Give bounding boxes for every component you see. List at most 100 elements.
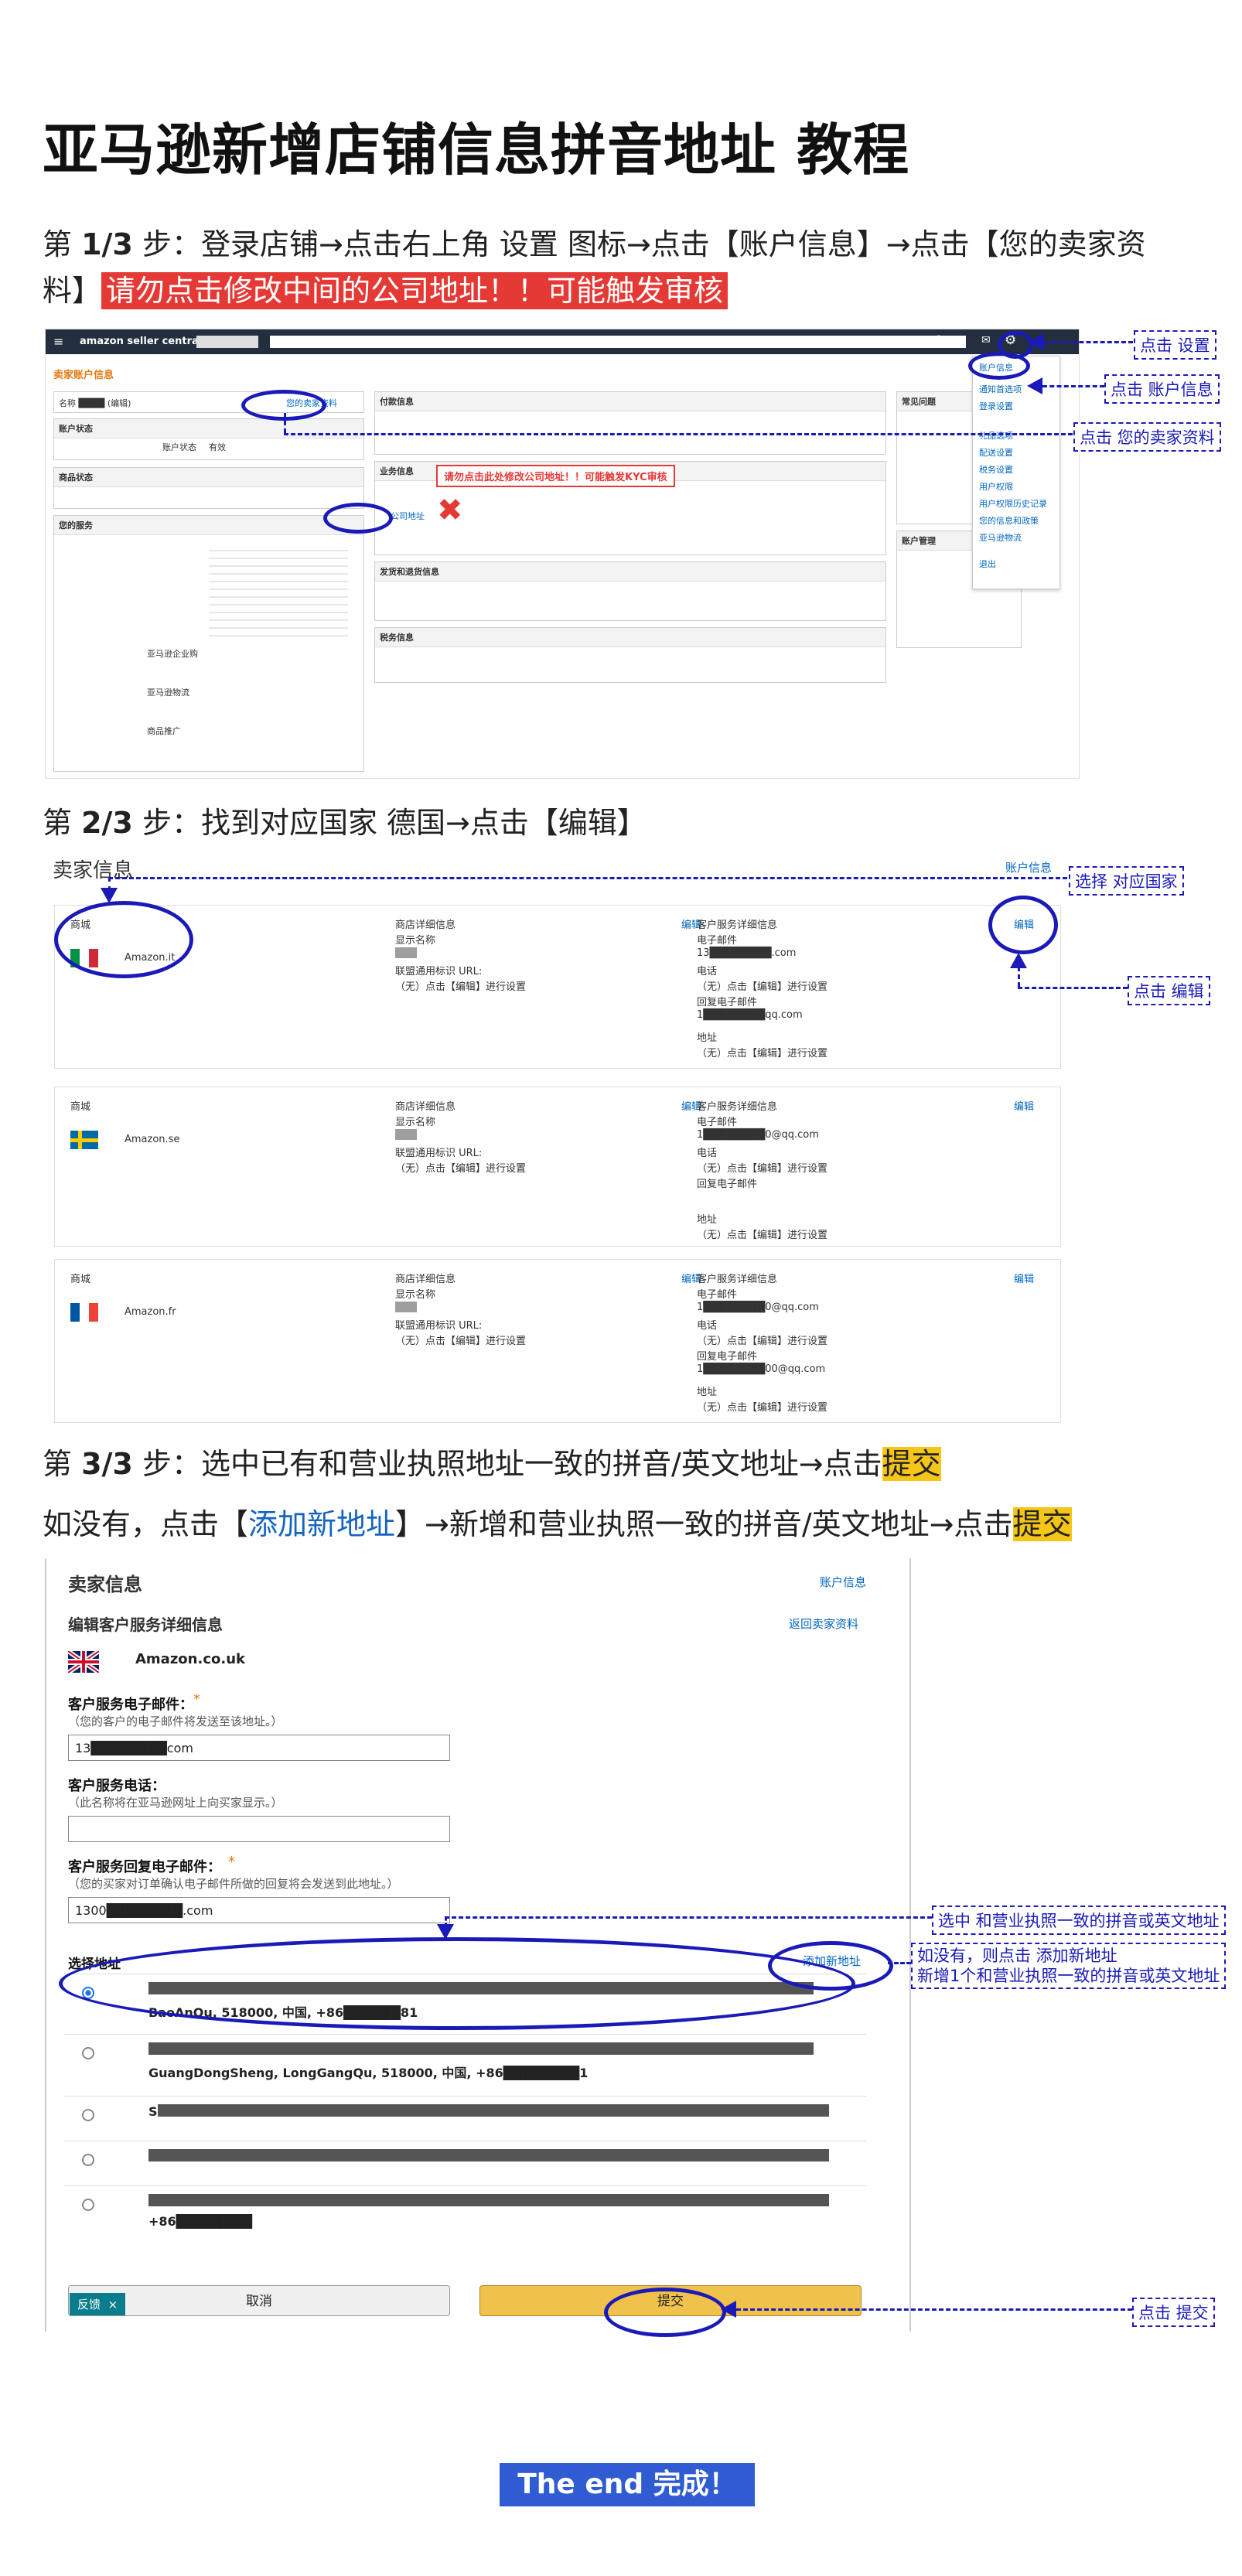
affiliate-url-value: （无）点击【编辑】进行设置 (395, 1163, 527, 1175)
search-input[interactable] (270, 336, 966, 348)
menu-item-permission-history[interactable]: 用户权限历史记录 (979, 497, 1047, 510)
store-name-uk: Amazon.co.uk (135, 1651, 245, 1667)
affiliate-url-label: 联盟通用标识 URL: (395, 1148, 483, 1159)
phone-field[interactable] (68, 1816, 450, 1842)
phone-hint: （此名称将在亚马逊网址上向买家显示。） (68, 1796, 283, 1810)
tax-info-panel: 税务信息 (374, 627, 886, 683)
step3-number: 3/3 (81, 1447, 133, 1481)
step3-line2-link: 添加新地址 (248, 1507, 396, 1541)
display-name-label: 显示名称 (395, 1289, 436, 1301)
address-text: S (148, 2104, 158, 2119)
menu-icon[interactable]: ≡ (53, 334, 63, 349)
account-info-link-3[interactable]: 账户信息 (820, 1574, 866, 1590)
submit-highlight-ring (604, 2288, 726, 2337)
feedback-close-icon[interactable]: × (108, 2298, 118, 2312)
callout-select-address: 选中 和营业执照一致的拼音或英文地址 (932, 1906, 1226, 1935)
line-to-account-info (1042, 385, 1104, 387)
store-detail-heading: 商店详细信息 (395, 920, 456, 931)
callout-click-account-info: 点击 账户信息 (1104, 374, 1220, 404)
address-radio[interactable] (82, 2047, 94, 2059)
arrow-to-country (101, 888, 118, 903)
callout-add-address-line1: 如没有，则点击 添加新地址 (917, 1947, 1117, 1965)
back-to-profile-link[interactable]: 返回卖家资料 (789, 1616, 858, 1632)
shipping-returns-panel: 发货和退货信息 (374, 561, 886, 621)
menu-item-info-policies[interactable]: 您的信息和政策 (979, 514, 1039, 527)
account-status-title: 账户状态 (54, 419, 363, 438)
seller-central-logo: amazon seller central (80, 336, 203, 347)
promo-label: 商品推广 (147, 726, 181, 736)
france-flag-icon (70, 1303, 98, 1322)
menu-item-login-settings[interactable]: 登录设置 (979, 400, 1013, 412)
email-hint: （您的客户的电子邮件将发送至该地址。） (68, 1714, 283, 1728)
menu-item-fba[interactable]: 亚马逊物流 (979, 531, 1022, 544)
address-value: （无）点击【编辑】进行设置 (697, 1402, 828, 1414)
store-detail-heading: 商店详细信息 (395, 1274, 456, 1285)
services-text-block (209, 544, 348, 636)
company-address-link[interactable]: 公司地址 (391, 510, 425, 522)
step3-line2-b: 】→新增和营业执照一致的拼音/英文地址→点击 (395, 1507, 1013, 1541)
line-to-submit (736, 2308, 1132, 2311)
line-up-edit (1018, 967, 1020, 987)
reply-email-label: 回复电子邮件 (697, 1351, 758, 1363)
address-radio[interactable] (82, 2109, 94, 2121)
line-to-seller-profile (284, 433, 1073, 435)
redacted-display-name (395, 1302, 417, 1312)
address-text: GuangDongSheng, LongGangQu, 518000, 中国, … (148, 2063, 589, 2081)
phone-value: （无）点击【编辑】进行设置 (697, 1163, 828, 1175)
email-field[interactable]: 13████████com (68, 1735, 450, 1761)
address-radio[interactable] (82, 2154, 94, 2166)
redacted-address-line (148, 2042, 814, 2055)
address-value: （无）点击【编辑】进行设置 (697, 1230, 828, 1241)
reply-email-value: 1████████00@qq.com (697, 1363, 826, 1375)
store-switcher[interactable] (196, 336, 258, 348)
affiliate-url-value: （无）点击【编辑】进行设置 (395, 1336, 527, 1347)
arrow-to-edit (1010, 953, 1027, 968)
step2-text: 步：找到对应国家 德国→点击【编辑】 (142, 806, 647, 840)
step1-warning: 请勿点击修改中间的公司地址！！可能触发审核 (101, 272, 728, 309)
search-icon[interactable]: ⚲ (935, 334, 943, 346)
address-option[interactable]: +86████████ (63, 2185, 866, 2245)
store-detail-heading: 商店详细信息 (395, 1101, 456, 1113)
redacted-address-line (148, 2194, 829, 2206)
feedback-button[interactable]: 反馈 × (70, 2293, 126, 2315)
account-info-link[interactable]: 账户信息 (1005, 859, 1052, 875)
email-label: 电子邮件 (697, 1117, 738, 1128)
address-option[interactable]: GuangDongSheng, LongGangQu, 518000, 中国, … (63, 2034, 866, 2097)
tax-info-title: 税务信息 (375, 628, 885, 647)
your-services-title: 您的服务 (54, 516, 363, 535)
line-to-country (108, 877, 1067, 879)
menu-item-gift-options[interactable]: 礼品选项 (979, 429, 1013, 442)
menu-item-tax-settings[interactable]: 税务设置 (979, 463, 1013, 476)
step3-text: 步：选中已有和营业执照地址一致的拼音/英文地址→点击 (142, 1447, 882, 1481)
menu-item-shipping-settings[interactable]: 配送设置 (979, 446, 1013, 459)
address-option[interactable]: S (63, 2096, 866, 2141)
address-option[interactable] (63, 2141, 866, 2186)
edit-service-subheading: 编辑客户服务详细信息 (68, 1616, 223, 1634)
service-detail-edit-link[interactable]: 编辑 (1014, 1271, 1034, 1285)
callout-click-edit: 点击 编辑 (1128, 976, 1210, 1005)
callout-click-seller-profile: 点击 您的卖家资料 (1073, 422, 1221, 452)
redacted-address-line (148, 2149, 829, 2161)
mail-icon[interactable]: ✉ (981, 334, 991, 346)
step1-text2: 料】 (43, 274, 102, 308)
step3-line2-a: 如没有，点击【 (43, 1507, 249, 1541)
sweden-flag-icon (70, 1131, 98, 1149)
reply-email-field[interactable]: 1300████████.com (68, 1897, 450, 1923)
payment-info-title: 付款信息 (375, 392, 885, 411)
address-value: （无）点击【编辑】进行设置 (697, 1048, 828, 1059)
service-detail-edit-link[interactable]: 编辑 (1014, 1098, 1034, 1113)
line-to-add-address (888, 1962, 911, 1964)
menu-item-notifications[interactable]: 通知首选项 (979, 383, 1022, 395)
email-label: 客户服务电子邮件： (68, 1697, 193, 1713)
callout-click-submit: 点击 提交 (1132, 2298, 1215, 2327)
phone-label: 电话 (697, 966, 718, 978)
company-address-highlight-ring (323, 503, 393, 534)
seller-card-fr: 商城 Amazon.fr 商店详细信息 编辑 显示名称 联盟通用标识 URL: （无）点击【… (54, 1259, 1061, 1423)
phone-value: （无）点击【编辑】进行设置 (697, 1336, 828, 1347)
account-status-value: 有效 (209, 442, 226, 452)
menu-item-logout[interactable]: 退出 (979, 558, 996, 570)
address-radio[interactable] (82, 2199, 94, 2211)
seller-account-heading: 卖家账户信息 (53, 370, 114, 381)
menu-item-user-permissions[interactable]: 用户权限 (979, 480, 1013, 493)
step3-instruction: 第 3/3 步：选中已有和营业执照地址一致的拼音/英文地址→点击提交 (43, 1440, 941, 1488)
